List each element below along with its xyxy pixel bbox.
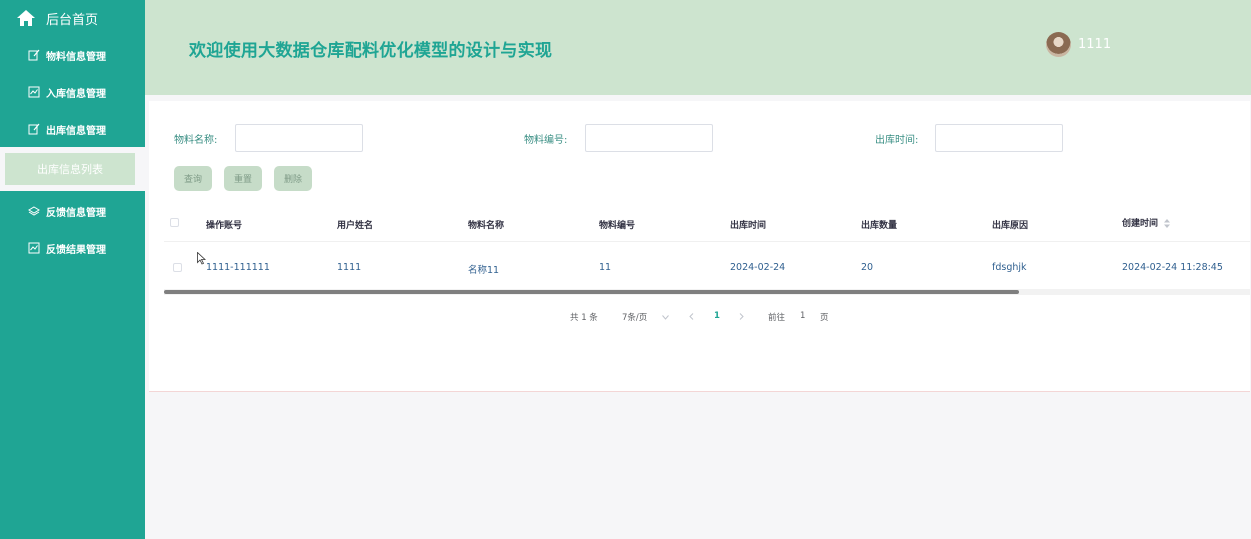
sidebar-item-label: 反馈结果管理 xyxy=(46,244,106,256)
horizontal-scrollbar[interactable] xyxy=(164,289,1250,295)
reset-button[interactable]: 重置 xyxy=(224,166,263,191)
chevron-right-icon[interactable] xyxy=(739,313,744,320)
cell-outbound-time: 2024-02-24 xyxy=(730,262,786,273)
column-header: 出库原因 xyxy=(992,221,1029,231)
sidebar-item-label: 物料信息管理 xyxy=(46,51,106,63)
edit-icon xyxy=(28,123,40,135)
material-name-input[interactable] xyxy=(235,124,363,152)
column-header: 操作账号 xyxy=(206,221,243,231)
chart-icon xyxy=(28,242,40,254)
data-table: 操作账号 用户姓名 物料名称 物料编号 出库时间 出库数量 出库原因 创建时间 … xyxy=(164,204,1250,292)
chart-icon xyxy=(28,86,40,98)
pagination-total: 共 1 条 xyxy=(570,313,598,323)
column-header-label: 创建时间 xyxy=(1122,219,1159,229)
content-panel: 物料名称: 物料编号: 出库时间: 查询 重置 删除 操作账号 用户姓名 物料名… xyxy=(149,101,1250,392)
select-all-checkbox[interactable] xyxy=(170,218,179,227)
cell-quantity: 20 xyxy=(861,262,874,273)
chevron-left-icon[interactable] xyxy=(689,313,694,320)
header: 欢迎使用大数据仓库配料优化模型的设计与实现 1111 xyxy=(145,0,1251,95)
pagination-page-current[interactable]: 1 xyxy=(714,311,720,321)
sidebar-home[interactable]: 后台首页 xyxy=(16,6,98,30)
cell-account: 1111-111111 xyxy=(206,262,270,273)
column-header: 出库时间 xyxy=(730,221,767,231)
material-code-label: 物料编号: xyxy=(524,135,568,146)
page-size-select[interactable]: 7条/页 xyxy=(622,311,669,323)
sidebar-item-label: 入库信息管理 xyxy=(46,88,106,100)
sort-icon[interactable] xyxy=(1164,219,1171,228)
cell-material-name: 名称11 xyxy=(468,265,500,276)
sidebar-item-feedback-result[interactable]: 反馈结果管理 xyxy=(28,240,106,256)
scrollbar-thumb[interactable] xyxy=(164,290,1019,294)
pagination-goto-label: 前往 xyxy=(768,313,786,323)
home-icon xyxy=(17,10,35,26)
outbound-time-label: 出库时间: xyxy=(875,135,919,146)
sidebar-item-outbound[interactable]: 出库信息管理 xyxy=(28,121,106,137)
column-header: 物料名称 xyxy=(468,221,505,231)
delete-button[interactable]: 删除 xyxy=(274,166,313,191)
sidebar-item-material[interactable]: 物料信息管理 xyxy=(28,47,106,63)
sidebar-item-label: 出库信息管理 xyxy=(46,125,106,137)
page-size-value: 7条/页 xyxy=(622,313,648,323)
table-header: 操作账号 用户姓名 物料名称 物料编号 出库时间 出库数量 出库原因 创建时间 xyxy=(164,204,1250,242)
material-code-input[interactable] xyxy=(585,124,713,152)
column-header-created[interactable]: 创建时间 xyxy=(1122,216,1171,229)
cell-created-time: 2024-02-24 11:28:45 xyxy=(1122,262,1223,273)
chevron-down-icon xyxy=(662,315,669,320)
query-button[interactable]: 查询 xyxy=(174,166,213,191)
layers-icon xyxy=(28,206,40,216)
edit-icon xyxy=(28,49,40,61)
sidebar-item-feedback[interactable]: 反馈信息管理 xyxy=(28,203,106,219)
material-name-label: 物料名称: xyxy=(174,135,218,146)
cell-reason: fdsghjk xyxy=(992,262,1027,273)
sidebar-home-label: 后台首页 xyxy=(46,12,99,28)
table-row[interactable]: 1111-111111 1111 名称11 11 2024-02-24 20 f… xyxy=(164,242,1250,292)
column-header: 出库数量 xyxy=(861,221,898,231)
pagination-page-unit: 页 xyxy=(820,313,829,323)
sidebar-item-label: 反馈信息管理 xyxy=(46,207,106,219)
page-title: 欢迎使用大数据仓库配料优化模型的设计与实现 xyxy=(189,41,553,61)
sidebar: 后台首页 物料信息管理 入库信息管理 出库信息管理 出库信息列表 反馈信息管理 … xyxy=(0,0,145,539)
column-header: 用户姓名 xyxy=(337,221,374,231)
username[interactable]: 1111 xyxy=(1078,37,1111,52)
sidebar-item-inbound[interactable]: 入库信息管理 xyxy=(28,84,106,100)
pagination-goto-input[interactable]: 1 xyxy=(800,311,805,321)
cell-material-code: 11 xyxy=(599,262,612,273)
outbound-time-input[interactable] xyxy=(935,124,1063,152)
sidebar-subitem-outbound-list[interactable]: 出库信息列表 xyxy=(5,153,135,185)
avatar[interactable] xyxy=(1046,32,1071,57)
cell-username: 1111 xyxy=(337,262,362,273)
column-header: 物料编号 xyxy=(599,221,636,231)
row-checkbox[interactable] xyxy=(173,263,182,272)
mouse-cursor-icon xyxy=(197,252,206,265)
